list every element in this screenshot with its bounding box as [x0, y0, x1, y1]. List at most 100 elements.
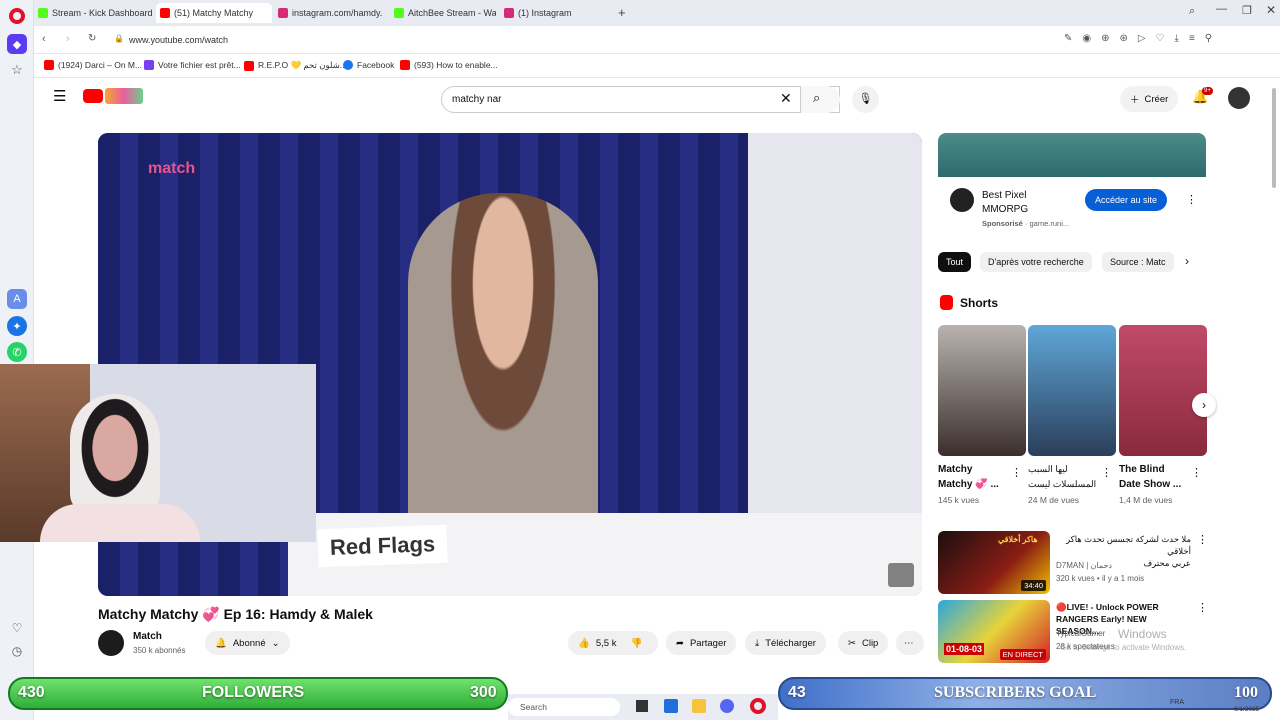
chevron-right-icon[interactable]: ›: [1185, 254, 1189, 268]
opera-taskbar-icon[interactable]: [750, 698, 766, 714]
ad-more-icon[interactable]: ⋮: [1186, 193, 1197, 206]
history-icon[interactable]: ◷: [7, 641, 27, 661]
file-explorer-icon[interactable]: [692, 699, 706, 713]
youtube-header: ☰ matchy nar ✕ ⌕ 🎙 ＋ Créer 🔔 9+: [34, 78, 1270, 118]
chip-all[interactable]: Tout: [938, 252, 972, 272]
short-more-icon[interactable]: ⋮: [1191, 466, 1202, 479]
short-thumbnail[interactable]: [1119, 325, 1207, 456]
search-input-container[interactable]: matchy nar ✕: [441, 86, 840, 113]
channel-avatar[interactable]: [98, 630, 124, 656]
mic-icon[interactable]: 🎙: [852, 86, 879, 113]
opera-logo-icon[interactable]: [9, 8, 25, 24]
bookmark-item[interactable]: (593) How to enable...: [400, 60, 498, 70]
short-views: 145 k vues: [938, 495, 980, 505]
forward-button[interactable]: ›: [66, 33, 70, 45]
taskbar-search[interactable]: Search: [508, 698, 620, 716]
bookmark-item[interactable]: R.E.P.O 💛 شلون تحم...: [244, 60, 347, 71]
short-more-icon[interactable]: ⋮: [1011, 466, 1022, 479]
person-figure: [408, 193, 598, 553]
search-button[interactable]: ⌕: [800, 86, 840, 113]
windows-taskbar: Search: [508, 694, 778, 720]
bookmark-item[interactable]: Votre fichier est prêt...: [144, 60, 241, 70]
url-field[interactable]: www.youtube.com/watch: [129, 35, 228, 45]
tab-instagram-2[interactable]: (1) Instagram: [500, 3, 616, 23]
whatsapp-icon[interactable]: ✆: [7, 342, 27, 362]
short-title[interactable]: Matchy Matchy 💞 ...: [938, 462, 1010, 492]
aria-icon[interactable]: ◆: [7, 34, 27, 54]
instagram-icon: [504, 8, 514, 18]
plus-icon: ＋: [1130, 95, 1140, 106]
tab-instagram[interactable]: instagram.com/hamdy.b: [274, 3, 382, 23]
followers-label: FOLLOWERS: [202, 684, 305, 701]
video-thumbnail[interactable]: 01-08-03 EN DIRECT: [938, 600, 1050, 663]
youtube-icon: [400, 60, 410, 70]
tab-youtube[interactable]: (51) Matchy Matchy: [156, 3, 272, 23]
clip-button[interactable]: ✂ Clip: [838, 631, 889, 655]
heart-icon[interactable]: ♡: [7, 618, 27, 638]
address-toolbar-icons[interactable]: ✎◉⊕⊛▷♡⤓≡⚲: [1064, 33, 1222, 44]
shorts-next-button[interactable]: ›: [1192, 393, 1216, 417]
more-actions-button[interactable]: ⋯: [896, 631, 924, 655]
close-window-button[interactable]: ✕: [1266, 3, 1276, 17]
video-channel-rec[interactable]: D7MAN | دحمان: [1056, 560, 1112, 572]
activate-windows-sub: Go to Settings to activate Windows.: [1060, 643, 1187, 652]
chip-source[interactable]: Source : Matc: [1102, 252, 1174, 272]
short-title[interactable]: ليها السبب المسلسلات ليست: [1028, 462, 1100, 492]
bookmark-item[interactable]: (1924) Darci – On M...: [44, 60, 142, 70]
youtube-logo-icon[interactable]: [83, 89, 103, 103]
download-icon: ⤓: [755, 637, 760, 649]
streamer-shirt: [40, 504, 200, 542]
messenger-icon[interactable]: ✦: [7, 316, 27, 336]
video-more-icon[interactable]: ⋮: [1197, 533, 1208, 546]
new-tab-button[interactable]: +: [618, 5, 626, 20]
activate-windows-title: Windows: [1118, 627, 1167, 641]
ad-cta-button[interactable]: Accéder au site: [1085, 189, 1168, 211]
video-channel-rec[interactable]: TypicalGamer: [1056, 628, 1105, 640]
share-button[interactable]: ➦ Partager: [666, 631, 737, 655]
subscribed-button[interactable]: 🔔 Abonné ⌄: [205, 631, 290, 655]
red-flags-sign: Red Flags: [317, 524, 448, 568]
menu-icon[interactable]: ☰: [53, 87, 66, 105]
short-views: 24 M de vues: [1028, 495, 1080, 505]
chip-search-related[interactable]: D'après votre recherche: [980, 252, 1092, 272]
video-thumbnail[interactable]: هاكر أخلاقي 34:40: [938, 531, 1050, 594]
channel-name[interactable]: Match: [133, 631, 162, 642]
video-more-icon[interactable]: ⋮: [1197, 601, 1208, 614]
streamer-face: [70, 394, 160, 514]
short-more-icon[interactable]: ⋮: [1101, 466, 1112, 479]
restore-button[interactable]: ❐: [1242, 4, 1252, 17]
discord-icon[interactable]: [720, 699, 734, 713]
subs-goal: 100: [1234, 684, 1258, 701]
tab-kick[interactable]: Stream - Kick Dashboard: [34, 3, 152, 23]
ad-banner-image[interactable]: [938, 133, 1206, 177]
short-title[interactable]: The Blind Date Show ...: [1119, 462, 1191, 492]
thumbs-down-icon[interactable]: 👎: [630, 638, 642, 649]
search-tabs-icon[interactable]: ⌕: [1189, 5, 1195, 18]
page-scrollbar[interactable]: [1272, 88, 1276, 188]
tab-aitchbee[interactable]: AitchBee Stream - Watch: [390, 3, 496, 23]
clear-search-icon[interactable]: ✕: [780, 90, 792, 107]
doodle-logo[interactable]: [105, 88, 143, 104]
speed-dial-icon[interactable]: ☆: [7, 60, 27, 80]
youtube-icon: [160, 8, 170, 18]
short-thumbnail[interactable]: [1028, 325, 1116, 456]
bookmarks-bar: (1924) Darci – On M... Votre fichier est…: [34, 54, 1280, 78]
reload-icon[interactable]: ↻: [88, 33, 96, 44]
channel-watermark[interactable]: [888, 563, 914, 587]
store-icon[interactable]: [664, 699, 678, 713]
back-button[interactable]: ‹: [42, 33, 46, 45]
minimize-button[interactable]: —: [1216, 3, 1227, 15]
download-button[interactable]: ⤓ Télécharger: [745, 631, 826, 655]
thumbs-up-icon: 👍: [578, 637, 590, 649]
create-button[interactable]: ＋ Créer: [1120, 86, 1179, 112]
avatar[interactable]: [1228, 87, 1250, 109]
search-input[interactable]: matchy nar: [452, 94, 501, 105]
bookmark-item[interactable]: Facebook: [343, 60, 394, 70]
short-thumbnail[interactable]: [938, 325, 1026, 456]
match-logo: match: [148, 160, 196, 177]
live-badge: EN DIRECT: [999, 649, 1046, 660]
file-icon: [144, 60, 154, 70]
task-view-icon[interactable]: [636, 700, 648, 712]
like-button[interactable]: 👍 5,5 k 👎: [568, 631, 658, 655]
app-store-icon[interactable]: A: [7, 289, 27, 309]
